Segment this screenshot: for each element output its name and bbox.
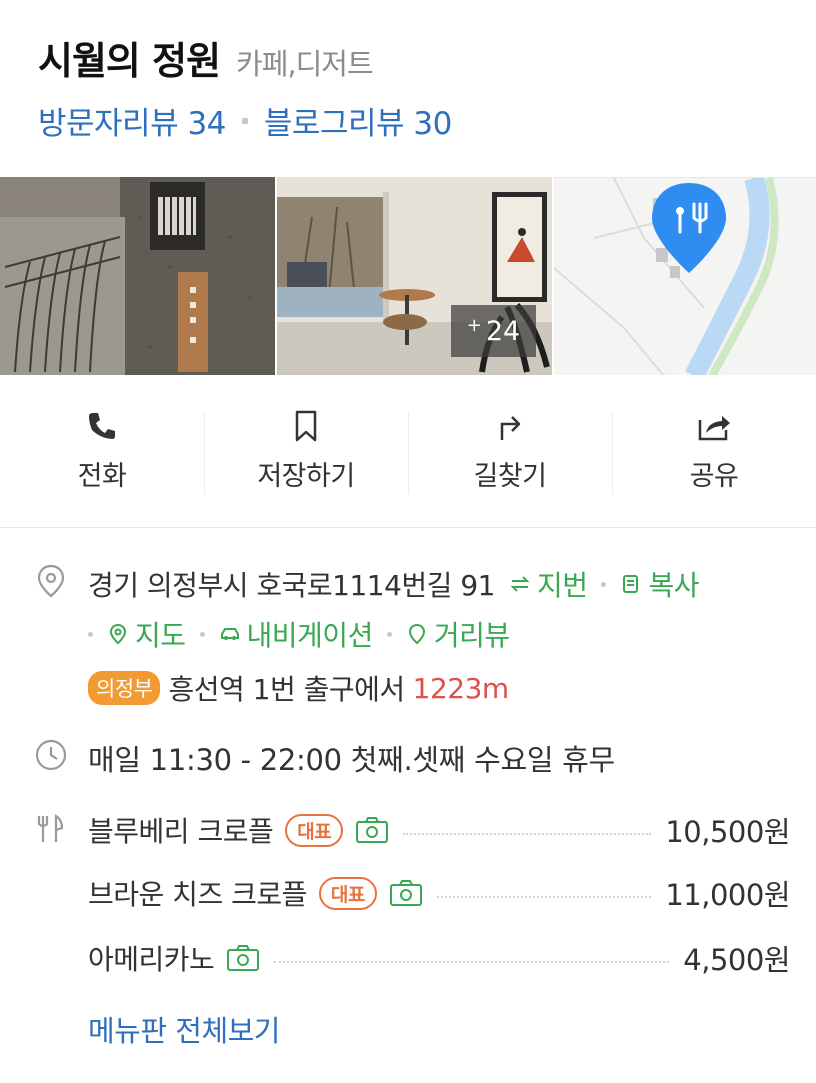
title-row: 시월의 정원 카페,디저트 — [38, 30, 796, 88]
business-hours[interactable]: 매일 11:30 - 22:00 첫째.셋째 수요일 휴무 — [88, 737, 615, 779]
share-icon — [698, 416, 730, 441]
station-text: 흥선역 1번 출구에서 — [168, 673, 405, 706]
call-button[interactable]: 전화 — [0, 376, 204, 527]
share-label: 공유 — [689, 461, 739, 492]
save-button[interactable]: 저장하기 — [204, 376, 408, 527]
save-label: 저장하기 — [257, 461, 355, 492]
navigation-label: 내비게이션 — [246, 619, 374, 652]
camera-icon[interactable] — [389, 879, 423, 907]
place-category: 카페,디저트 — [236, 47, 374, 81]
entrance-photo[interactable] — [0, 177, 275, 375]
action-bar: 전화 저장하기 길찾기 공유 — [0, 376, 816, 528]
menu-item-price: 11,000원 — [665, 878, 790, 912]
bookmark-icon — [295, 410, 317, 442]
more-photos-plus: + — [466, 314, 482, 336]
signature-badge: 대표 — [318, 876, 377, 910]
clock-icon — [35, 739, 67, 771]
menu-item[interactable]: 아메리카노 4,500원 — [88, 938, 790, 978]
lot-number-toggle[interactable]: 지번 — [509, 564, 588, 604]
swap-icon — [510, 576, 530, 592]
lot-number-label: 지번 — [536, 569, 588, 602]
share-button[interactable]: 공유 — [612, 376, 816, 527]
car-icon — [220, 628, 239, 640]
street-view-icon — [408, 623, 425, 645]
camera-icon[interactable] — [355, 816, 389, 844]
separator-dot — [88, 631, 93, 637]
separator-dot — [241, 117, 248, 124]
navigation-link[interactable]: 내비게이션 — [219, 614, 373, 654]
place-title: 시월의 정원 — [38, 39, 221, 83]
dotted-leader — [403, 833, 652, 835]
map-label: 지도 — [135, 619, 186, 652]
review-links: 방문자리뷰 34 블로그리뷰 30 — [38, 98, 796, 143]
more-photos-badge[interactable]: + 24 — [451, 305, 536, 357]
copy-icon — [623, 575, 639, 593]
address-text: 경기 의정부시 호국로1114번길 91 — [88, 569, 495, 602]
separator-dot — [199, 631, 205, 637]
menu-item-price: 4,500원 — [683, 943, 790, 977]
fork-knife-icon — [37, 813, 64, 842]
directions-icon — [500, 416, 521, 440]
camera-icon[interactable] — [226, 944, 260, 972]
menu-item[interactable]: 브라운 치즈 크로플 대표 11,000원 — [88, 873, 790, 913]
more-photos-count: 24 — [485, 315, 521, 347]
menu-item[interactable]: 블루베리 크로플 대표 10,500원 — [88, 810, 790, 850]
copy-address-button[interactable]: 복사 — [620, 564, 700, 604]
directions-label: 길찾기 — [473, 461, 547, 492]
photo-strip: + 24 — [0, 177, 816, 375]
address-line: 경기 의정부시 호국로1114번길 91 지번 복사 — [88, 564, 700, 604]
transit-line: 의정부 흥선역 1번 출구에서 1223m — [88, 668, 509, 708]
menu-item-price: 10,500원 — [665, 815, 790, 849]
subway-line-badge: 의정부 — [88, 671, 161, 705]
dotted-leader — [274, 961, 670, 963]
menu-item-name: 브라운 치즈 크로플 — [88, 878, 307, 911]
interior-photo[interactable]: + 24 — [277, 177, 552, 375]
copy-label: 복사 — [648, 569, 700, 602]
dotted-leader — [436, 896, 652, 898]
view-full-menu-link[interactable]: 메뉴판 전체보기 — [88, 1008, 280, 1050]
menu-item-name: 아메리카노 — [88, 943, 215, 976]
map-thumbnail[interactable] — [554, 177, 816, 375]
separator-dot — [601, 581, 607, 587]
station-distance: 1223m — [412, 671, 510, 705]
directions-button[interactable]: 길찾기 — [408, 376, 612, 527]
signature-badge: 대표 — [285, 813, 344, 847]
call-label: 전화 — [77, 461, 127, 492]
street-view-link[interactable]: 거리뷰 — [406, 614, 510, 654]
map-link[interactable]: 지도 — [107, 614, 186, 654]
blog-reviews-link[interactable]: 블로그리뷰 30 — [264, 98, 452, 143]
location-pin-icon — [37, 564, 65, 598]
menu-item-name: 블루베리 크로플 — [88, 815, 274, 848]
place-header: 시월의 정원 카페,디저트 방문자리뷰 34 블로그리뷰 30 — [38, 30, 796, 143]
phone-icon — [89, 413, 115, 439]
visitor-reviews-link[interactable]: 방문자리뷰 34 — [38, 98, 226, 143]
pin-icon — [109, 623, 127, 645]
address-links: 지도 내비게이션 거리뷰 — [88, 614, 510, 654]
separator-dot — [386, 631, 392, 637]
street-view-label: 거리뷰 — [433, 619, 510, 652]
